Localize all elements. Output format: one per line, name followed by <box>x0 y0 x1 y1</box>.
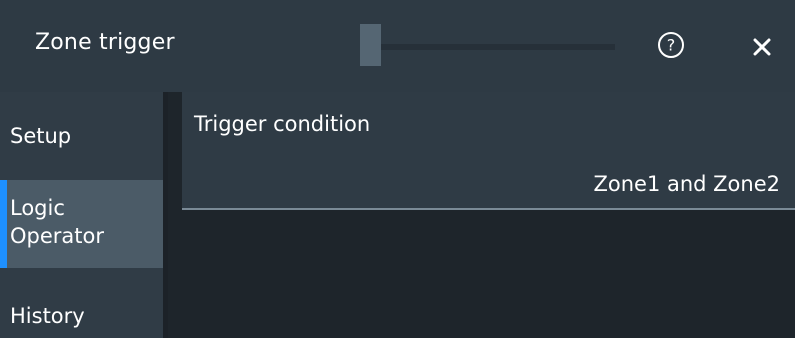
sidebar-item-logic-operator[interactable]: Logic Operator <box>0 180 163 268</box>
transparency-slider-handle[interactable] <box>360 24 381 66</box>
trigger-condition-value[interactable]: Zone1 and Zone2 <box>593 172 780 196</box>
trigger-condition-label: Trigger condition <box>194 112 371 136</box>
transparency-slider-track[interactable] <box>360 44 615 50</box>
row-underline <box>182 208 795 210</box>
help-icon[interactable]: ? <box>657 31 685 59</box>
close-icon[interactable] <box>751 36 773 58</box>
sidebar-item-label: History <box>10 304 85 328</box>
dialog-title: Zone trigger <box>35 30 175 55</box>
title-bar: Zone trigger ? <box>0 0 795 92</box>
active-indicator <box>0 180 7 268</box>
svg-text:?: ? <box>667 36 676 55</box>
sidebar-item-history[interactable]: History <box>0 268 163 338</box>
sidebar-item-label: Setup <box>10 124 72 148</box>
trigger-condition-row[interactable]: Trigger condition Zone1 and Zone2 <box>182 92 795 208</box>
sidebar-item-setup[interactable]: Setup <box>0 92 163 180</box>
sidebar: Setup Logic Operator History <box>0 92 163 338</box>
sidebar-item-label: Logic Operator <box>10 196 104 248</box>
